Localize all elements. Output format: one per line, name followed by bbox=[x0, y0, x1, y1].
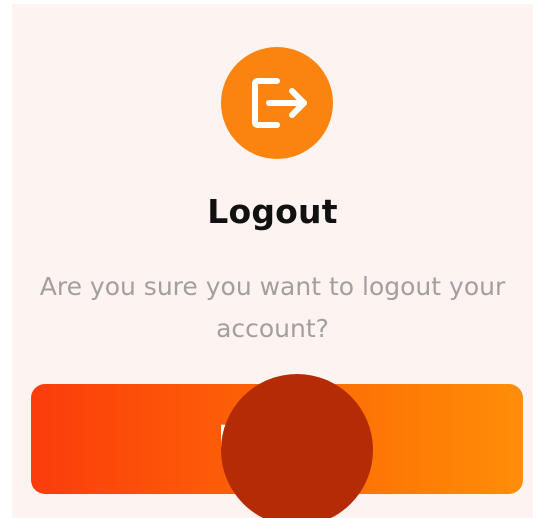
logout-dialog: Logout Are you sure you want to logout y… bbox=[12, 4, 533, 518]
dialog-message: Are you sure you want to logout your acc… bbox=[39, 272, 506, 343]
touch-indicator bbox=[221, 374, 373, 518]
dialog-title: Logout bbox=[207, 192, 338, 231]
logout-icon bbox=[221, 47, 333, 159]
